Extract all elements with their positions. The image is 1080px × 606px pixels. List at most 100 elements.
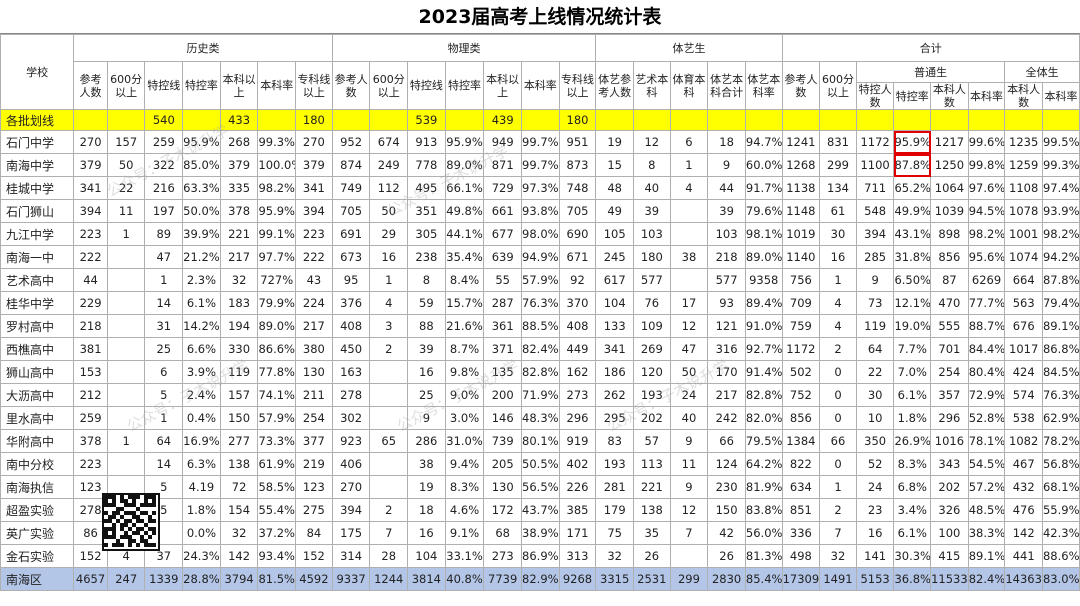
table-cell: 95.9%	[893, 130, 932, 154]
all-group: 全体生	[1004, 61, 1080, 83]
table-cell: 97.3%	[521, 176, 560, 200]
table-cell: 1	[144, 268, 184, 292]
table-cell: 39	[633, 199, 671, 223]
table-cell: 43.1%	[893, 222, 932, 246]
table-cell: 79.4%	[1041, 291, 1080, 315]
table-cell: 326	[930, 498, 969, 522]
table-cell: 171	[558, 521, 597, 545]
hist-col-5: 本科率	[257, 61, 297, 110]
table-cell	[369, 406, 409, 430]
table-cell: 142	[1004, 521, 1043, 545]
table-cell: 2.4%	[182, 383, 221, 407]
school-name: 南海一中	[0, 245, 75, 269]
table-cell: 49	[595, 199, 634, 223]
table-cell: 66	[707, 429, 746, 453]
table-row: 石门狮山 394 11 197 50.0% 378 95.9% 394 705 50 351 49.8…	[0, 199, 1080, 223]
table-cell: 86.8%	[1041, 337, 1080, 361]
table-cell: 43	[295, 268, 333, 292]
table-cell: 22	[106, 176, 146, 200]
table-cell: 259	[144, 130, 184, 154]
table-cell: 377	[295, 429, 333, 453]
table-cell	[369, 475, 409, 499]
table-cell: 98.1%	[744, 222, 783, 246]
table-cell: 664	[1004, 268, 1043, 292]
table-cell: 82.8%	[744, 383, 783, 407]
table-cell: 15	[595, 153, 634, 177]
table-cell: 100.0%	[257, 153, 297, 177]
table-cell: 212	[73, 383, 108, 407]
table-cell: 30	[819, 222, 857, 246]
table-cell: 65	[369, 429, 409, 453]
table-cell: 2	[369, 498, 409, 522]
table-cell: 22	[855, 360, 895, 384]
table-cell: 1250	[930, 153, 969, 177]
table-cell: 314	[331, 544, 371, 568]
table-cell: 1017	[1004, 337, 1043, 361]
school-name: 金石实验	[0, 544, 75, 568]
table-cell: 104	[595, 291, 634, 315]
table-cell: 121	[707, 314, 746, 338]
table-cell: 16.9%	[182, 429, 221, 453]
table-cell: 415	[930, 544, 969, 568]
qr-module	[152, 543, 156, 547]
all-col-1: 本科率	[1041, 82, 1080, 110]
qr-module	[104, 543, 108, 547]
table-cell: 57.2%	[967, 475, 1006, 499]
table-row: 华附高中 378 1 64 16.9% 277 73.3% 377 923 65 286 31.0% 7…	[0, 429, 1080, 453]
table-cell: 72.9%	[967, 383, 1006, 407]
table-cell: 1	[669, 153, 709, 177]
table-cell	[369, 452, 409, 476]
table-cell: 130	[295, 360, 333, 384]
qr-module	[136, 543, 140, 547]
cutoff-hist-zhuanke: 180	[295, 109, 333, 131]
table-cell: 79.5%	[744, 429, 783, 453]
table-cell: 73	[855, 291, 895, 315]
table-cell: 4	[669, 176, 709, 200]
table-cell: 7.0%	[893, 360, 932, 384]
table-cell: 76	[633, 291, 671, 315]
table-cell: 99.1%	[257, 222, 297, 246]
cell	[182, 109, 221, 131]
qr-module	[152, 519, 156, 523]
table-cell: 47	[669, 337, 709, 361]
table-cell: 64	[855, 337, 895, 361]
table-cell: 29	[369, 222, 409, 246]
table-cell: 175	[331, 521, 371, 545]
table-row: 桂华中学 229 14 6.1% 183 79.9% 224 376 4 59 15.7% 287 76…	[0, 291, 1080, 315]
table-cell: 35.4%	[444, 245, 485, 269]
table-cell	[106, 268, 146, 292]
table-cell: 99.3%	[1041, 153, 1080, 177]
phys-col-1: 600分以上	[369, 61, 409, 110]
table-cell: 9.4%	[444, 452, 485, 476]
table-cell: 193	[595, 452, 634, 476]
table-cell: 1064	[930, 176, 969, 200]
table-cell: 1039	[930, 199, 969, 223]
table-cell: 202	[633, 406, 671, 430]
table-cell: 77.8%	[257, 360, 297, 384]
stats-table: 学校 历史类 物理类 体艺生 合计 参考人数 600分以上 特控线 特控率 本科…	[0, 34, 1080, 591]
phys-col-2: 特控线	[407, 61, 446, 110]
table-cell: 55.9%	[1041, 498, 1080, 522]
table-cell: 50	[669, 360, 709, 384]
table-cell: 1241	[781, 130, 821, 154]
qr-module	[128, 543, 132, 547]
table-cell: 1	[819, 475, 857, 499]
cell	[819, 109, 857, 131]
table-cell	[669, 222, 709, 246]
total-cell: 28.8%	[182, 567, 221, 591]
table-cell: 242	[707, 406, 746, 430]
group-art-sport: 体艺生	[595, 34, 783, 62]
table-cell: 95	[331, 268, 371, 292]
table-cell: 49.9%	[893, 199, 932, 223]
table-cell: 60.0%	[744, 153, 783, 177]
total-cell: 82.9%	[521, 567, 560, 591]
table-cell: 16	[855, 521, 895, 545]
table-title: 2023届高考上线情况统计表	[0, 0, 1080, 34]
phys-col-5: 本科率	[521, 61, 560, 110]
table-cell: 1019	[781, 222, 821, 246]
table-cell: 254	[930, 360, 969, 384]
table-cell: 133	[595, 314, 634, 338]
cutoff-phys-zhuanke: 180	[558, 109, 597, 131]
table-cell: 739	[483, 429, 522, 453]
table-cell: 87.8%	[1041, 268, 1080, 292]
